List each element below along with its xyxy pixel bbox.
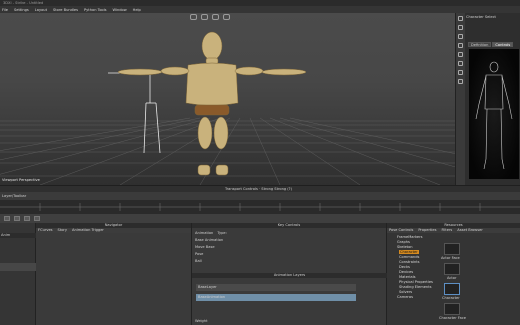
ball-field[interactable]: Ball bbox=[195, 259, 202, 263]
scale-icon[interactable] bbox=[458, 43, 463, 48]
layer-toolbar-label: Layer/Toolbar bbox=[2, 194, 27, 198]
tree-item[interactable]: Cameras bbox=[397, 295, 413, 299]
tab-filters[interactable]: Filters bbox=[442, 228, 453, 233]
menu-window[interactable]: Window bbox=[112, 8, 126, 12]
viewport-toolbar bbox=[190, 14, 230, 20]
keyframe-icon[interactable] bbox=[458, 52, 463, 57]
timeline-track[interactable] bbox=[0, 200, 520, 214]
weight-label: Weight bbox=[195, 319, 208, 323]
layer-row-baseanimation[interactable]: BaseAnimation bbox=[196, 294, 356, 301]
menu-bar: File Settings Layout Store Bundles Pytho… bbox=[0, 6, 520, 13]
tree-item[interactable]: Solvers bbox=[399, 290, 412, 294]
light-icon[interactable] bbox=[212, 14, 219, 20]
tab-definition[interactable]: Definition bbox=[468, 42, 492, 47]
tree-item[interactable]: Graphs bbox=[397, 240, 410, 244]
menu-file[interactable]: File bbox=[2, 8, 8, 12]
tab-properties[interactable]: Properties bbox=[418, 228, 436, 233]
character-panel: Character Select Definition Controls bbox=[455, 13, 520, 185]
frame-icon[interactable] bbox=[190, 14, 197, 20]
pose-field[interactable]: Pose bbox=[195, 252, 203, 256]
menu-help[interactable]: Help bbox=[133, 8, 141, 12]
viewport[interactable]: Viewport Perspective bbox=[0, 13, 455, 185]
menu-layout[interactable]: Layout bbox=[35, 8, 47, 12]
tab-controls[interactable]: Controls bbox=[492, 42, 514, 47]
skeleton-rig bbox=[108, 72, 161, 154]
layer-row-base[interactable]: BaseLayer bbox=[196, 284, 356, 291]
tree-item[interactable]: Commands bbox=[399, 255, 419, 259]
tab-asset-browser[interactable]: Asset Browser bbox=[457, 228, 483, 233]
stop-icon[interactable] bbox=[24, 216, 30, 221]
tree-item-selected[interactable]: Character bbox=[399, 250, 419, 254]
rewind-icon[interactable] bbox=[4, 216, 10, 221]
animation-list-panel: Anim bbox=[0, 223, 36, 325]
timeline-ruler bbox=[0, 203, 520, 211]
anim-list-row[interactable] bbox=[0, 263, 36, 271]
type-label: Type: bbox=[217, 231, 227, 235]
move-icon[interactable] bbox=[458, 25, 463, 30]
menu-settings[interactable]: Settings bbox=[14, 8, 29, 12]
actor-face-thumbnail[interactable] bbox=[444, 243, 460, 255]
key-controls-title: Key Controls bbox=[192, 223, 386, 228]
resources-panel: Resources Pose Controls Properties Filte… bbox=[387, 223, 520, 325]
tab-story[interactable]: Story bbox=[58, 228, 68, 233]
actor-thumbnail[interactable] bbox=[444, 263, 460, 275]
tab-animation-trigger[interactable]: Animation Trigger bbox=[72, 228, 104, 233]
asset-label: Actor bbox=[447, 276, 457, 280]
asset-label: Character bbox=[442, 296, 460, 300]
tree-item[interactable]: Decks bbox=[399, 265, 410, 269]
animation-field[interactable]: Animation bbox=[195, 231, 213, 235]
refresh-icon[interactable] bbox=[223, 14, 230, 20]
pin-icon[interactable] bbox=[458, 70, 463, 75]
body-outline-icon bbox=[475, 61, 513, 170]
tab-pose-controls[interactable]: Pose Controls bbox=[389, 228, 413, 233]
key-fields: Animation Type: bbox=[195, 231, 227, 235]
panel-tabs: Definition Controls bbox=[468, 42, 514, 47]
layers-title: Animation Layers bbox=[192, 273, 387, 278]
lock-icon[interactable] bbox=[458, 61, 463, 66]
tree-item[interactable]: Skeleton bbox=[397, 245, 413, 249]
character-face-thumbnail[interactable] bbox=[444, 303, 460, 315]
character-thumbnail[interactable] bbox=[444, 283, 460, 295]
menu-store-bundles[interactable]: Store Bundles bbox=[53, 8, 78, 12]
forward-icon[interactable] bbox=[34, 216, 40, 221]
tool-column bbox=[456, 13, 465, 185]
tree-item[interactable]: Physical Properties bbox=[399, 280, 433, 284]
transport-title: Transport Controls · Strong Strong (?) bbox=[225, 187, 292, 191]
playback-controls bbox=[0, 214, 520, 223]
viewport-scene bbox=[0, 31, 455, 185]
rotate-icon[interactable] bbox=[458, 34, 463, 39]
tab-fcurves[interactable]: FCurves bbox=[38, 228, 53, 233]
navigator-tabs: FCurves Story Animation Trigger bbox=[36, 228, 191, 233]
tree-item[interactable]: Devices bbox=[399, 270, 413, 274]
menu-python-tools[interactable]: Python Tools bbox=[84, 8, 106, 12]
character-silhouette[interactable] bbox=[469, 49, 519, 179]
panel-title: Character Select bbox=[466, 15, 496, 19]
timeline-header: Layer/Toolbar bbox=[0, 192, 520, 200]
asset-label: Character Face bbox=[439, 316, 467, 320]
filter-icon[interactable] bbox=[458, 79, 463, 84]
resources-tabs: Pose Controls Properties Filters Asset B… bbox=[387, 228, 520, 233]
move-base-field[interactable]: Move Base bbox=[195, 245, 215, 249]
viewport-label: Viewport Perspective bbox=[2, 178, 40, 182]
play-icon[interactable] bbox=[14, 216, 20, 221]
navigator-panel: Navigator FCurves Story Animation Trigge… bbox=[36, 223, 192, 325]
tree-item[interactable]: Shading Elements bbox=[399, 285, 432, 289]
asset-label: Actor Face bbox=[441, 256, 460, 260]
tree-item[interactable]: FrameMarkers bbox=[397, 235, 423, 239]
anim-tab[interactable]: Anim bbox=[0, 233, 36, 238]
tree-item[interactable]: Constraints bbox=[399, 260, 420, 264]
transport-bar: Transport Controls · Strong Strong (?) bbox=[0, 185, 520, 192]
tree-item[interactable]: Materials bbox=[399, 275, 415, 279]
key-controls-panel: Key Controls Animation Type: Base Animat… bbox=[192, 223, 387, 325]
camera-icon[interactable] bbox=[201, 14, 208, 20]
base-animation-field[interactable]: Base Animation bbox=[195, 238, 223, 242]
select-icon[interactable] bbox=[458, 16, 463, 21]
